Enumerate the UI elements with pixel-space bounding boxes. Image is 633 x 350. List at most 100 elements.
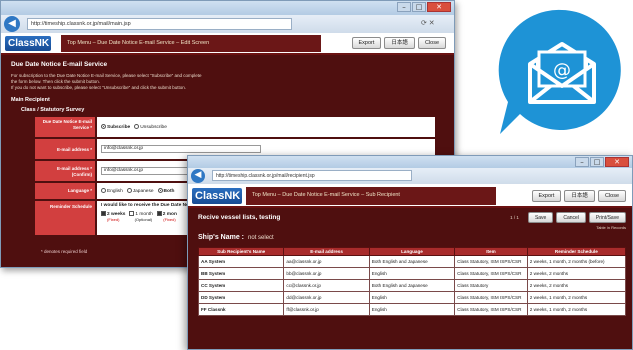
subscribe-radio[interactable] bbox=[101, 124, 106, 129]
cell-item: Class Statutory, ISM ISPS/CSR bbox=[454, 291, 528, 304]
table-row[interactable]: FF Classnk ff@classnk.or.jp English Clas… bbox=[197, 303, 627, 316]
table-row[interactable]: CC System cc@classnk.or.jp Both English … bbox=[197, 279, 627, 292]
cell-language: Both English and Japanese bbox=[368, 255, 456, 268]
cell-schedule: 2 weeks, 2 months bbox=[526, 267, 627, 280]
one-month-checkbox[interactable] bbox=[129, 211, 135, 216]
page-content: ClassNK Top Menu – Due Date Notice E-mai… bbox=[188, 184, 632, 349]
cell-language: English bbox=[368, 267, 456, 280]
maximize-button[interactable]: □ bbox=[412, 2, 426, 12]
cell-language: English bbox=[368, 291, 456, 304]
page-header: ClassNK Top Menu – Due Date Notice E-mai… bbox=[1, 33, 454, 55]
url-field[interactable]: http://timeship.classnk.or.jp/mail/recip… bbox=[212, 170, 412, 181]
service-label: Due Date Notice E-mail Service * bbox=[35, 117, 95, 137]
english-radio[interactable] bbox=[101, 188, 106, 193]
cell-schedule: 2 weeks, 1 month, 2 months bbox=[526, 291, 627, 304]
close-button[interactable]: Close bbox=[417, 37, 446, 49]
recipient-table: Sub Recipient's Name E-mail address Lang… bbox=[197, 247, 627, 316]
subsection-heading: Class / Statutory Survey bbox=[21, 107, 85, 113]
description: For subscription to the Due Date Notice … bbox=[11, 73, 391, 91]
table-row[interactable]: BB System bb@classnk.or.jp English Class… bbox=[197, 267, 627, 280]
two-weeks-sublabel: (Fixed) bbox=[107, 216, 120, 222]
column-header[interactable]: E-mail address bbox=[283, 247, 370, 256]
cell-schedule: 2 weeks, 1 month, 2 months bbox=[526, 303, 627, 316]
browser-window-sub-recipient: – □ ✕ ◀ http://timeship.classnk.or.jp/ma… bbox=[187, 155, 633, 350]
title-bar: – □ ✕ bbox=[188, 156, 632, 168]
cell-name: DD System bbox=[197, 291, 285, 304]
envelope-at-icon: @ bbox=[498, 9, 621, 135]
cell-name: AA System bbox=[197, 255, 285, 268]
pagination[interactable]: 1 / 1 bbox=[510, 215, 519, 220]
maximize-button[interactable]: □ bbox=[590, 157, 604, 167]
export-button[interactable]: Export bbox=[351, 37, 382, 49]
cell-name: FF Classnk bbox=[197, 303, 285, 316]
url-field[interactable]: http://timeship.classnk.or.jp/mail/main.… bbox=[27, 18, 292, 30]
export-button[interactable]: Export bbox=[531, 190, 562, 202]
table-header-row: Sub Recipient's Name E-mail address Lang… bbox=[197, 247, 627, 256]
page-title: Due Date Notice E-mail Service bbox=[11, 61, 108, 68]
cell-schedule: 2 weeks, 1 month, 2 months (before) bbox=[526, 255, 627, 268]
back-arrow-icon[interactable]: ◀ bbox=[4, 16, 20, 32]
subscribe-label: Subscribe bbox=[107, 124, 131, 130]
minimize-button[interactable]: – bbox=[575, 157, 589, 167]
both-radio[interactable] bbox=[157, 188, 163, 193]
classnk-logo: ClassNK bbox=[5, 36, 51, 51]
section-heading: Main Recipient bbox=[11, 97, 50, 103]
close-window-button[interactable]: ✕ bbox=[605, 157, 629, 167]
address-bar: ◀ http://timeship.classnk.or.jp/mail/rec… bbox=[188, 168, 632, 184]
cancel-button[interactable]: Cancel bbox=[556, 212, 586, 223]
email-label: E-mail address * bbox=[35, 139, 95, 159]
page-title: Recive vessel lists, testing bbox=[198, 214, 281, 221]
table-row[interactable]: AA System aa@classnk.or.jp Both English … bbox=[197, 255, 627, 268]
minimize-button[interactable]: – bbox=[397, 2, 411, 12]
screenshot-composite: – □ ✕ ◀ http://timeship.classnk.or.jp/ma… bbox=[0, 0, 633, 350]
english-label: English bbox=[107, 188, 123, 194]
service-row: Due Date Notice E-mail Service * Subscri… bbox=[35, 117, 435, 137]
close-window-button[interactable]: ✕ bbox=[427, 2, 451, 12]
ship-name-value[interactable]: not select bbox=[248, 235, 274, 241]
two-weeks-checkbox[interactable] bbox=[101, 211, 106, 216]
toolbar: 1 / 1 Save Cancel Print/Save bbox=[510, 212, 626, 223]
ship-name: Ship's Name : not select bbox=[198, 234, 274, 241]
cell-email: aa@classnk.or.jp bbox=[283, 255, 370, 268]
column-header[interactable]: Language bbox=[368, 247, 456, 256]
cell-item: Class Statutory, ISM ISPS/CSR bbox=[454, 255, 528, 268]
cell-name: BB System bbox=[197, 267, 285, 280]
cell-email: ff@classnk.or.jp bbox=[283, 303, 370, 316]
two-months-checkbox[interactable] bbox=[156, 211, 162, 216]
column-header[interactable]: Sub Recipient's Name bbox=[197, 247, 285, 256]
cell-language: English bbox=[368, 303, 456, 316]
window-controls: – □ ✕ bbox=[575, 157, 629, 167]
records-link[interactable]: Table in Records bbox=[596, 225, 626, 230]
page-header: ClassNK Top Menu – Due Date Notice E-mai… bbox=[188, 184, 632, 208]
close-button[interactable]: Close bbox=[597, 190, 626, 202]
save-button[interactable]: Save bbox=[527, 212, 554, 223]
column-header[interactable]: Item bbox=[454, 247, 528, 256]
schedule-label: Reminder Schedule bbox=[35, 201, 95, 235]
window-controls: – □ ✕ bbox=[397, 2, 451, 12]
japanese-label: Japanese bbox=[132, 188, 154, 194]
back-arrow-icon[interactable]: ◀ bbox=[191, 169, 205, 183]
column-header[interactable]: Reminder Schedule bbox=[526, 247, 627, 256]
classnk-logo: ClassNK bbox=[192, 188, 242, 204]
email-field[interactable]: info@classnk.or.jp bbox=[101, 145, 261, 153]
email-confirm-label: E-mail address * (Confirm) bbox=[35, 161, 95, 181]
refresh-icon[interactable]: ⟳ ✕ bbox=[421, 19, 435, 27]
japanese-radio[interactable] bbox=[126, 188, 132, 193]
unsubscribe-label: Unsubscribe bbox=[140, 124, 167, 130]
both-label: Both bbox=[163, 188, 175, 194]
breadcrumb[interactable]: Top Menu – Due Date Notice E-mail Servic… bbox=[252, 192, 400, 198]
print-button[interactable]: Print/Save bbox=[588, 212, 626, 223]
two-months-sublabel: (Fixed) bbox=[163, 216, 176, 222]
table-row[interactable]: DD System dd@classnk.or.jp English Class… bbox=[197, 291, 627, 304]
language-button[interactable]: 日本語 bbox=[564, 190, 595, 202]
cell-item: Class Statutory, ISM ISPS/CSR bbox=[454, 267, 528, 280]
cell-item: Class Statutory bbox=[454, 279, 528, 292]
header-actions: Export 日本語 Close bbox=[531, 190, 626, 202]
cell-language: Both English and Japanese bbox=[368, 279, 456, 292]
language-label: Language * bbox=[35, 183, 95, 199]
language-button[interactable]: 日本語 bbox=[384, 37, 415, 49]
breadcrumb[interactable]: Top Menu – Due Date Notice E-mail Servic… bbox=[67, 40, 209, 46]
svg-text:@: @ bbox=[553, 60, 571, 81]
unsubscribe-radio[interactable] bbox=[134, 124, 140, 129]
title-bar: – □ ✕ bbox=[1, 1, 454, 15]
